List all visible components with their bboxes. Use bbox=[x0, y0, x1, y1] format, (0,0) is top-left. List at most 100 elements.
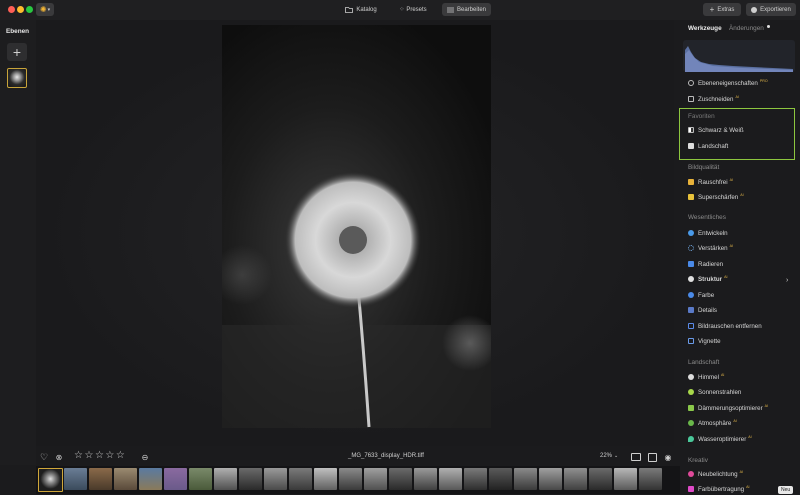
cloud-icon bbox=[688, 374, 694, 380]
tool-item-zuschneiden[interactable]: Zuschneiden AI bbox=[688, 93, 739, 105]
changes-indicator-dot bbox=[767, 25, 770, 28]
filmstrip-thumbnail[interactable] bbox=[314, 468, 337, 490]
exportieren-label: Exportieren bbox=[760, 6, 791, 13]
favorite-button[interactable]: ♡ bbox=[39, 452, 49, 462]
split-view-button[interactable] bbox=[647, 452, 657, 462]
title-bar: ✺ ▾ Katalog ⁘ Presets Bearbeiten + Extras… bbox=[0, 0, 800, 20]
layer-thumbnail[interactable] bbox=[7, 68, 27, 88]
erase-icon bbox=[688, 261, 694, 267]
filmstrip-thumbnail[interactable] bbox=[339, 468, 362, 490]
tool-item-label: Rauschfrei bbox=[698, 178, 728, 186]
photo-preview[interactable] bbox=[222, 25, 491, 428]
tool-item-atmosphäre[interactable]: Atmosphäre AI bbox=[688, 417, 737, 429]
filmstrip-thumbnail[interactable] bbox=[514, 468, 537, 490]
reject-icon: ⊗ bbox=[55, 452, 63, 462]
star-icon[interactable]: ☆ bbox=[84, 450, 94, 461]
tool-item-label: Entwickeln bbox=[698, 229, 728, 237]
tool-item-sonnenstrahlen[interactable]: Sonnenstrahlen bbox=[688, 386, 741, 398]
tool-item-himmel[interactable]: Himmel AI bbox=[688, 371, 724, 383]
section-title: Landschaft bbox=[688, 359, 720, 366]
filmstrip-thumbnail[interactable] bbox=[489, 468, 512, 490]
app-menu-button[interactable]: ✺ ▾ bbox=[36, 3, 54, 16]
filmstrip-thumbnail[interactable] bbox=[64, 468, 87, 490]
minimize-window-button[interactable] bbox=[17, 6, 24, 13]
filmstrip-thumbnail[interactable] bbox=[539, 468, 562, 490]
layers-icon bbox=[688, 80, 694, 86]
zoom-dropdown[interactable]: 22% ⌄ bbox=[600, 453, 618, 459]
tool-item-neubelichtung[interactable]: Neubelichtung AI bbox=[688, 468, 743, 480]
filmstrip-thumbnail[interactable] bbox=[139, 468, 162, 490]
clear-rating-button[interactable]: ⊖ bbox=[140, 452, 150, 462]
tool-item-label: Radieren bbox=[698, 260, 724, 268]
dusk-icon bbox=[688, 405, 694, 411]
layers-title: Ebenen bbox=[6, 28, 30, 35]
filmstrip-thumbnail[interactable] bbox=[589, 468, 612, 490]
tool-item-dämmerungsoptimierer[interactable]: Dämmerungsoptimierer AI bbox=[688, 402, 768, 414]
ai-badge: AI bbox=[720, 373, 725, 377]
filmstrip-thumbnail[interactable] bbox=[114, 468, 137, 490]
tool-item-vignette[interactable]: Vignette bbox=[688, 335, 721, 347]
tool-item-rauschfrei[interactable]: Rauschfrei AI bbox=[688, 176, 733, 188]
tool-item-label: Vignette bbox=[698, 337, 721, 345]
tool-item-radieren[interactable]: Radieren bbox=[688, 258, 723, 270]
compare-icon bbox=[631, 453, 641, 461]
compare-view-button[interactable] bbox=[631, 452, 641, 462]
filmstrip-thumbnail[interactable] bbox=[89, 468, 112, 490]
filmstrip-thumbnail-selected[interactable] bbox=[38, 468, 63, 492]
filmstrip-thumbnail[interactable] bbox=[614, 468, 637, 490]
tool-item-details[interactable]: Details bbox=[688, 304, 717, 316]
filmstrip-thumbnail[interactable] bbox=[414, 468, 437, 490]
ai-badge: AI bbox=[748, 435, 752, 439]
ai-badge: AI bbox=[733, 419, 737, 423]
tool-item-farbübertragung[interactable]: Farbübertragung AI bbox=[688, 483, 750, 495]
tab-werkzeuge[interactable]: Werkzeuge bbox=[688, 25, 722, 32]
tool-item-ebeneneigenschaften[interactable]: Ebeneneigenschaften PRO bbox=[688, 77, 768, 89]
filmstrip-thumbnail[interactable] bbox=[439, 468, 462, 490]
eye-icon: ◉ bbox=[664, 452, 672, 462]
enhance-icon bbox=[688, 245, 694, 251]
star-icon[interactable]: ☆ bbox=[95, 450, 105, 461]
filmstrip-thumbnail[interactable] bbox=[389, 468, 412, 490]
tool-item-superschärfen[interactable]: Superschärfen AI bbox=[688, 191, 744, 203]
filmstrip-thumbnail[interactable] bbox=[564, 468, 587, 490]
filmstrip-thumbnail[interactable] bbox=[464, 468, 487, 490]
filmstrip-thumbnail[interactable] bbox=[189, 468, 212, 490]
filmstrip-thumbnail[interactable] bbox=[214, 468, 237, 490]
add-layer-button[interactable]: + bbox=[7, 43, 27, 61]
zoom-window-button[interactable] bbox=[26, 6, 33, 13]
exportieren-button[interactable]: Exportieren bbox=[746, 3, 796, 16]
tab-aenderungen[interactable]: Änderungen bbox=[729, 25, 764, 32]
details-icon bbox=[688, 307, 694, 313]
tool-item-farbe[interactable]: Farbe bbox=[688, 289, 714, 301]
filmstrip-thumbnail[interactable] bbox=[289, 468, 312, 490]
tool-item-verstärken[interactable]: Verstärken AI bbox=[688, 242, 733, 254]
presets-tab[interactable]: ⁘ Presets bbox=[396, 3, 430, 16]
katalog-tab[interactable]: Katalog bbox=[342, 3, 380, 16]
close-window-button[interactable] bbox=[8, 6, 15, 13]
tool-item-bildrauschen-entfernen[interactable]: Bildrauschen entfernen bbox=[688, 320, 762, 332]
tool-item-struktur[interactable]: Struktur AI bbox=[688, 273, 727, 285]
denoise-icon bbox=[688, 323, 694, 329]
filmstrip-thumbnail[interactable] bbox=[364, 468, 387, 490]
ai-badge: AI bbox=[724, 275, 728, 279]
tool-item-entwickeln[interactable]: Entwickeln bbox=[688, 227, 728, 239]
preview-toggle-button[interactable]: ◉ bbox=[663, 452, 673, 462]
layers-panel: Ebenen + bbox=[0, 20, 36, 465]
bearbeiten-tab[interactable]: Bearbeiten bbox=[442, 3, 491, 16]
extras-button[interactable]: + Extras bbox=[703, 3, 741, 16]
zoom-value: 22% bbox=[600, 453, 613, 459]
tool-item-label: Wasseroptimierer bbox=[698, 435, 747, 443]
filmstrip-thumbnail[interactable] bbox=[164, 468, 187, 490]
rating-stars[interactable]: ☆☆☆☆☆ bbox=[74, 450, 126, 461]
tool-item-wasseroptimierer[interactable]: Wasseroptimierer AI bbox=[688, 433, 752, 445]
star-icon[interactable]: ☆ bbox=[105, 450, 115, 461]
folder-icon bbox=[345, 6, 354, 13]
filmstrip-thumbnail[interactable] bbox=[264, 468, 287, 490]
star-icon[interactable]: ☆ bbox=[116, 450, 126, 461]
ai-badge: AI bbox=[740, 193, 744, 197]
star-icon[interactable]: ☆ bbox=[74, 450, 84, 461]
filmstrip-thumbnail[interactable] bbox=[639, 468, 662, 490]
filmstrip-thumbnail[interactable] bbox=[239, 468, 262, 490]
reject-button[interactable]: ⊗ bbox=[54, 452, 64, 462]
struktur-chevron-icon[interactable]: › bbox=[786, 277, 788, 284]
